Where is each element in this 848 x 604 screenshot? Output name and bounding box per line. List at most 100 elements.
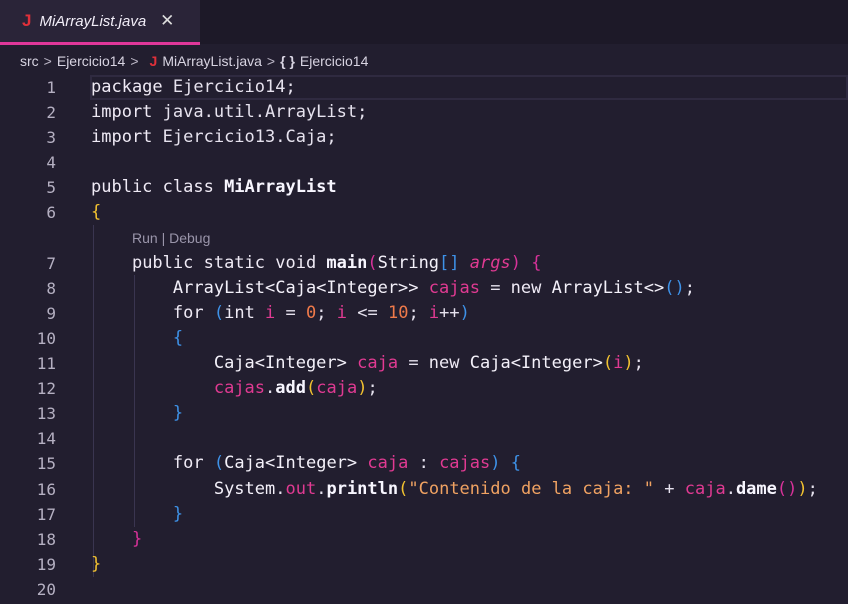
token-pl: java.util.ArrayList; bbox=[162, 102, 368, 123]
token-pl: + bbox=[654, 478, 685, 499]
breadcrumb-src[interactable]: src bbox=[20, 53, 39, 69]
token-va: i bbox=[428, 302, 440, 323]
breadcrumb-package[interactable]: Ejercicio14 bbox=[57, 53, 125, 69]
code-line[interactable]: 10 { bbox=[0, 326, 848, 351]
token-pl: . bbox=[316, 478, 327, 499]
tab-miarraylist[interactable]: J MiArrayList.java ✕ bbox=[0, 0, 200, 45]
code-line[interactable]: 20 bbox=[0, 577, 848, 602]
line-number: 16 bbox=[36, 479, 56, 499]
line-number: 18 bbox=[36, 529, 56, 549]
token-pl: ; bbox=[807, 478, 818, 499]
token-va: caja bbox=[367, 453, 409, 474]
code-line[interactable]: 4 bbox=[0, 150, 848, 175]
token-va: cajas bbox=[428, 277, 480, 298]
token-ty: System bbox=[213, 478, 276, 499]
code-line[interactable]: 12 cajas.add(caja); bbox=[0, 376, 848, 401]
token-b2: { bbox=[531, 252, 542, 273]
token-pl: = bbox=[275, 302, 307, 323]
code-line[interactable]: 2 import java.util.ArrayList; bbox=[0, 100, 848, 125]
token-b1: ( bbox=[398, 478, 409, 499]
token-pl: Ejercicio13.Caja; bbox=[162, 127, 337, 148]
tab-label: MiArrayList.java bbox=[39, 12, 147, 30]
code-line[interactable]: 17 } bbox=[0, 502, 848, 527]
codelens: Run | Debug bbox=[132, 226, 210, 251]
code-line[interactable]: 11 Caja<Integer> caja = new Caja<Integer… bbox=[0, 351, 848, 376]
token-va: i bbox=[613, 353, 624, 374]
line-number: 17 bbox=[36, 504, 56, 524]
code-line[interactable]: 7 public static void main(String[] args)… bbox=[0, 251, 848, 276]
token-pl: ; bbox=[367, 378, 378, 399]
code-line[interactable]: 8 ArrayList<Caja<Integer>> cajas = new A… bbox=[0, 276, 848, 301]
token-b3: { bbox=[510, 453, 521, 474]
code-line[interactable]: 16 System.out.println("Contenido de la c… bbox=[0, 477, 848, 502]
code-line[interactable]: 3 import Ejercicio13.Caja; bbox=[0, 125, 848, 150]
line-code: for (int i = 0; i <= 10; i++) bbox=[91, 301, 470, 326]
token-kw: public static void bbox=[131, 252, 327, 273]
token-kw: new bbox=[428, 353, 470, 374]
code-line[interactable]: 6{ bbox=[0, 200, 848, 225]
token-kw: import bbox=[91, 102, 163, 123]
token-b1: ) bbox=[357, 378, 368, 399]
line-number: 14 bbox=[36, 429, 56, 449]
codelens-debug-link[interactable]: Debug bbox=[169, 230, 210, 246]
token-b1: { bbox=[91, 202, 102, 223]
line-number: 3 bbox=[46, 128, 56, 148]
codelens-run-link[interactable]: Run bbox=[132, 230, 158, 246]
code-line[interactable]: 14 bbox=[0, 426, 848, 451]
tab-bar: J MiArrayList.java ✕ bbox=[0, 0, 848, 45]
token-kw: for bbox=[172, 453, 214, 474]
token-b3: } bbox=[172, 503, 184, 524]
line-number: 20 bbox=[36, 579, 56, 599]
token-b2: () bbox=[776, 478, 798, 499]
token-b3: ( bbox=[213, 302, 225, 323]
line-number: 12 bbox=[36, 379, 56, 399]
code-line[interactable]: 5 public class MiArrayList bbox=[0, 175, 848, 200]
line-number: 5 bbox=[46, 178, 56, 198]
token-kw: for bbox=[172, 302, 214, 323]
line-code: } bbox=[91, 502, 183, 527]
token-b3: { bbox=[172, 327, 184, 348]
token-va: out bbox=[285, 478, 317, 499]
code-line[interactable]: 1 package Ejercicio14; bbox=[46, 75, 848, 101]
token-fn: println bbox=[326, 478, 399, 499]
token-pl: = bbox=[479, 277, 511, 298]
token-ty: Caja<Integer> bbox=[469, 353, 603, 374]
code-line[interactable]: 15 for (Caja<Integer> caja : cajas) { bbox=[0, 451, 848, 476]
token-pl: ; bbox=[684, 277, 695, 298]
token-pl: . bbox=[275, 478, 286, 499]
line-code: for (Caja<Integer> caja : cajas) { bbox=[91, 451, 521, 476]
token-ty: Caja<Integer> bbox=[213, 353, 358, 374]
code-line[interactable]: 19} bbox=[0, 552, 848, 577]
token-va: cajas bbox=[213, 378, 266, 399]
token-b3: () bbox=[664, 277, 685, 298]
token-b2: } bbox=[131, 528, 143, 549]
token-va: caja bbox=[684, 478, 726, 499]
token-nu: 0 bbox=[306, 302, 317, 323]
breadcrumb-file[interactable]: MiArrayList.java bbox=[162, 53, 262, 69]
token-fn: add bbox=[275, 378, 306, 399]
token-b1: ( bbox=[305, 378, 317, 399]
token-kw: int bbox=[224, 302, 266, 323]
token-pl: ; bbox=[408, 302, 429, 323]
token-b2: ( bbox=[367, 252, 378, 273]
token-b1: } bbox=[91, 553, 102, 574]
token-kw: public class bbox=[91, 177, 225, 198]
namespace-icon: { } bbox=[280, 53, 295, 69]
line-code: public class MiArrayList bbox=[91, 175, 337, 200]
line-code: Caja<Integer> caja = new Caja<Integer>(i… bbox=[91, 351, 644, 376]
codelens-row[interactable]: Run | Debug bbox=[0, 226, 848, 251]
close-icon[interactable]: ✕ bbox=[160, 11, 174, 31]
token-fn: MiArrayList bbox=[224, 177, 337, 198]
token-va: cajas bbox=[439, 453, 491, 474]
token-pl: ++ bbox=[439, 302, 460, 323]
code-line[interactable]: 18 } bbox=[0, 527, 848, 552]
breadcrumb-symbol[interactable]: Ejercicio14 bbox=[300, 53, 368, 69]
code-line[interactable]: 13 } bbox=[0, 401, 848, 426]
token-b1: ( bbox=[602, 353, 614, 374]
code-line[interactable]: 9 for (int i = 0; i <= 10; i++) bbox=[0, 301, 848, 326]
code-editor[interactable]: 1 package Ejercicio14; 2 import java.util.A… bbox=[0, 75, 848, 602]
